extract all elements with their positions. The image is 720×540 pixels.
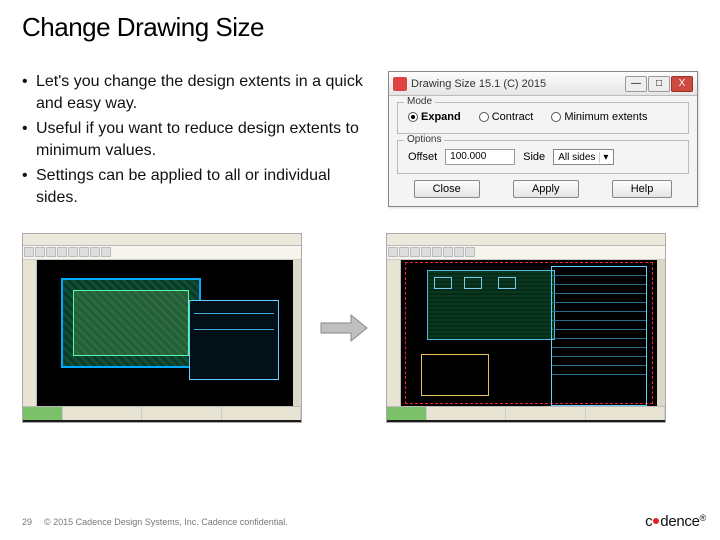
side-dropdown[interactable]: All sides ▾ [553,149,614,165]
close-button[interactable]: X [671,76,693,92]
offset-input[interactable]: 100.000 [445,149,515,165]
drawing-size-dialog: Drawing Size 15.1 (C) 2015 — □ X Mode Ex… [388,71,698,207]
chevron-down-icon: ▾ [599,152,611,163]
bullet-item: Let's you change the design extents in a… [22,71,376,114]
contract-radio[interactable]: Contract [479,111,534,123]
dialog-titlebar[interactable]: Drawing Size 15.1 (C) 2015 — □ X [389,72,697,96]
options-legend: Options [404,134,444,145]
arrow-icon [314,313,374,343]
offset-label: Offset [408,151,437,163]
app-icon [393,77,407,91]
brand-logo: cdence® [645,513,706,530]
page-title: Change Drawing Size [22,12,698,43]
mode-legend: Mode [404,96,435,107]
mode-fieldset: Mode Expand Contract Minimum extents [397,102,689,134]
dialog-title: Drawing Size 15.1 (C) 2015 [411,78,625,90]
maximize-button[interactable]: □ [648,76,670,92]
page-number: 29 [22,517,32,527]
minimize-button[interactable]: — [625,76,647,92]
expand-radio[interactable]: Expand [408,111,461,123]
bullet-item: Useful if you want to reduce design exte… [22,118,376,161]
options-fieldset: Options Offset 100.000 Side All sides ▾ [397,140,689,174]
minimum-extents-radio[interactable]: Minimum extents [551,111,647,123]
after-screenshot [386,233,666,423]
brand-dot-icon [653,518,659,524]
bullet-item: Settings can be applied to all or indivi… [22,165,376,208]
before-screenshot [22,233,302,423]
copyright-text: © 2015 Cadence Design Systems, Inc. Cade… [44,517,288,527]
bullet-list: Let's you change the design extents in a… [22,71,376,213]
help-button[interactable]: Help [612,180,673,198]
dialog-close-button[interactable]: Close [414,180,480,198]
side-label: Side [523,151,545,163]
apply-button[interactable]: Apply [513,180,579,198]
